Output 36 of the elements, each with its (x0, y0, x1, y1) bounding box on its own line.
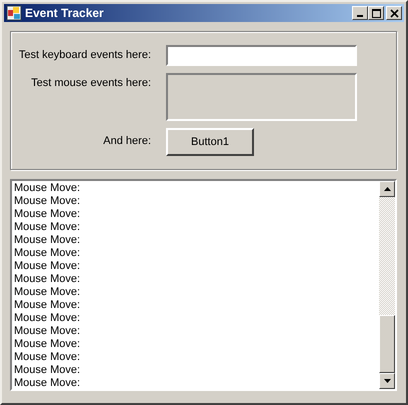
log-entry[interactable]: Mouse Move: (14, 273, 80, 286)
log-entry[interactable]: Mouse Move: (14, 377, 80, 389)
keyboard-input-field[interactable] (166, 45, 357, 66)
app-icon (6, 5, 22, 21)
close-button[interactable] (386, 6, 402, 20)
maximize-button[interactable] (368, 6, 384, 20)
mouse-test-area[interactable] (166, 73, 357, 121)
window-title: Event Tracker (25, 6, 105, 20)
log-entry[interactable]: Mouse Move: (14, 299, 80, 312)
field-label: Test mouse events here: (30, 76, 151, 89)
minimize-icon (357, 15, 363, 17)
log-entry[interactable]: Mouse Move: (14, 208, 80, 221)
scroll-up-button[interactable] (379, 181, 395, 197)
field-label: And here: (102, 134, 151, 147)
log-entry[interactable]: Mouse Move: (14, 325, 80, 338)
up-arrow-icon (384, 187, 390, 191)
maximize-icon (372, 8, 380, 18)
test-button[interactable]: Button1 (166, 128, 254, 156)
close-icon (390, 8, 398, 18)
log-entry[interactable]: Mouse Move: (14, 286, 80, 299)
log-entry[interactable]: Mouse Move: (14, 364, 80, 377)
log-entry[interactable]: Mouse Move: (14, 338, 80, 351)
log-entry[interactable]: Mouse Move: (14, 195, 80, 208)
log-entry[interactable]: Mouse Move: (14, 260, 80, 273)
field-label: Test keyboard events here: (18, 48, 151, 61)
minimize-button[interactable] (352, 6, 368, 20)
log-entry[interactable]: Mouse Move: (14, 247, 80, 260)
down-arrow-icon (384, 379, 390, 383)
log-entry[interactable]: Mouse Move: (14, 182, 80, 195)
scroll-thumb[interactable] (379, 315, 395, 373)
scroll-down-button[interactable] (379, 373, 395, 389)
log-entry[interactable]: Mouse Move: (14, 221, 80, 234)
log-entry[interactable]: Mouse Move: (14, 351, 80, 364)
log-entry[interactable]: Mouse Move: (14, 234, 80, 247)
vertical-scrollbar[interactable] (379, 181, 395, 389)
log-entry[interactable]: Mouse Move: (14, 312, 80, 325)
